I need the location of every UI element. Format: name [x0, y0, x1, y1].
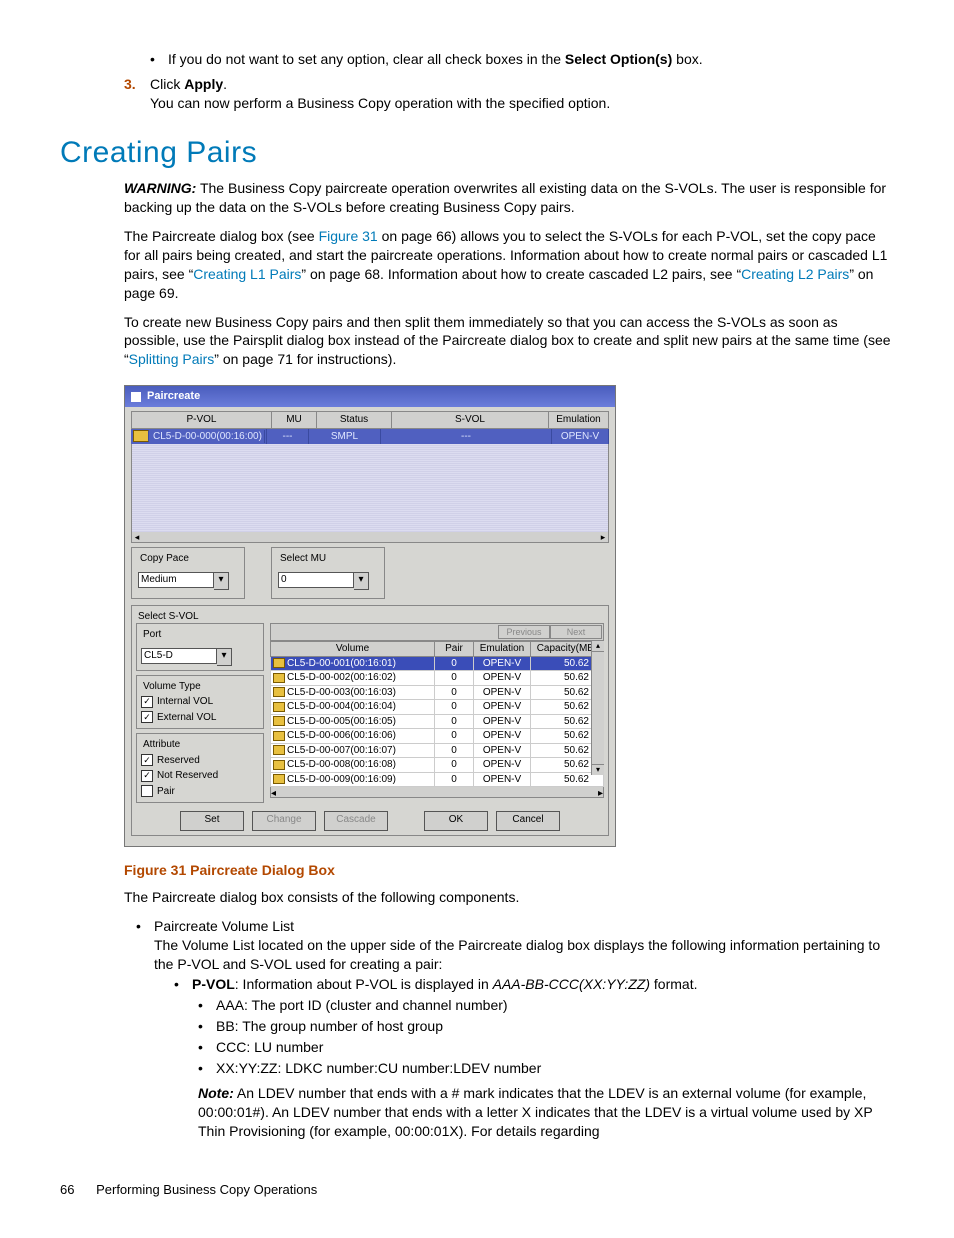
- paragraph-split: To create new Business Copy pairs and th…: [124, 313, 894, 370]
- scroll-right-icon[interactable]: ▸: [598, 532, 608, 542]
- col-svol[interactable]: S-VOL: [392, 412, 549, 429]
- chevron-down-icon[interactable]: ▾: [214, 572, 229, 590]
- svol-row[interactable]: CL5-D-00-002(00:16:02)0OPEN-V50.62: [271, 671, 604, 686]
- pvol-table: P-VOL MU Status S-VOL Emulation: [131, 411, 609, 429]
- cancel-button[interactable]: Cancel: [496, 811, 560, 831]
- aaa-item: •AAA: The port ID (cluster and channel n…: [198, 996, 894, 1015]
- scroll-left-icon[interactable]: ◂: [132, 532, 142, 542]
- select-svol-group: Select S-VOL Port ▾ Volume Type ✓Interna…: [131, 605, 609, 837]
- attribute-group: Attribute ✓Reserved ✓Not Reserved Pair: [136, 733, 264, 803]
- select-mu-group: Select MU ▾: [271, 547, 385, 599]
- col-emulation[interactable]: Emulation: [549, 412, 609, 429]
- paragraph-links: The Paircreate dialog box (see Figure 31…: [124, 227, 894, 303]
- svol-row[interactable]: CL5-D-00-006(00:16:06)0OPEN-V50.62: [271, 729, 604, 744]
- svol-row[interactable]: CL5-D-00-001(00:16:01)0OPEN-V50.62: [271, 656, 604, 671]
- external-vol-checkbox[interactable]: ✓External VOL: [141, 711, 259, 725]
- bullet-icon: •: [136, 917, 154, 974]
- previous-button[interactable]: Previous: [498, 625, 550, 639]
- not-reserved-checkbox[interactable]: ✓Not Reserved: [141, 769, 259, 783]
- pvol-selected-row[interactable]: CL5-D-00-000(00:16:00) --- SMPL --- OPEN…: [131, 429, 609, 445]
- port-input[interactable]: [141, 648, 217, 664]
- link-splitting-pairs[interactable]: Splitting Pairs: [129, 351, 215, 367]
- pvol-format-item: • P-VOL: Information about P-VOL is disp…: [174, 975, 894, 994]
- page-number: 66: [60, 1182, 74, 1197]
- svol-row[interactable]: CL5-D-00-005(00:16:05)0OPEN-V50.62: [271, 714, 604, 729]
- svol-row[interactable]: CL5-D-00-008(00:16:08)0OPEN-V50.62: [271, 758, 604, 773]
- ldev-note: Note: An LDEV number that ends with a # …: [198, 1084, 894, 1141]
- step-content: Click Apply. You can now perform a Busin…: [150, 75, 610, 113]
- pvol-empty-area: [131, 444, 609, 532]
- svol-row[interactable]: CL5-D-00-007(00:16:07)0OPEN-V50.62: [271, 743, 604, 758]
- figure-caption: Figure 31 Paircreate Dialog Box: [124, 861, 894, 880]
- component-item: • Paircreate Volume List The Volume List…: [136, 917, 894, 974]
- section-heading: Creating Pairs: [60, 133, 894, 174]
- col-pair[interactable]: Pair: [435, 642, 474, 657]
- select-mu-combo[interactable]: ▾: [278, 572, 378, 590]
- col-status[interactable]: Status: [317, 412, 392, 429]
- xyz-item: •XX:YY:ZZ: LDKC number:CU number:LDEV nu…: [198, 1059, 894, 1078]
- ok-button[interactable]: OK: [424, 811, 488, 831]
- svol-table[interactable]: Volume Pair Emulation Capacity(MB) CL5-D…: [270, 641, 604, 787]
- volume-icon: [133, 430, 149, 442]
- cascade-button[interactable]: Cascade: [324, 811, 388, 831]
- port-group: Port ▾: [136, 623, 264, 671]
- col-pvol[interactable]: P-VOL: [132, 412, 272, 429]
- component-desc: The Volume List located on the upper sid…: [154, 937, 880, 972]
- chevron-down-icon[interactable]: ▾: [354, 572, 369, 590]
- option-bullet-text: If you do not want to set any option, cl…: [168, 50, 703, 69]
- internal-vol-checkbox[interactable]: ✓Internal VOL: [141, 695, 259, 709]
- scroll-up-icon[interactable]: ▴: [592, 641, 604, 652]
- volume-type-group: Volume Type ✓Internal VOL ✓External VOL: [136, 675, 264, 730]
- svol-row[interactable]: CL5-D-00-004(00:16:04)0OPEN-V50.62: [271, 700, 604, 715]
- svol-row[interactable]: CL5-D-00-003(00:16:03)0OPEN-V50.62: [271, 685, 604, 700]
- col-emulation[interactable]: Emulation: [474, 642, 531, 657]
- pair-checkbox[interactable]: Pair: [141, 785, 259, 799]
- horizontal-scrollbar[interactable]: ◂▸: [270, 787, 604, 798]
- vertical-scrollbar[interactable]: ▴ ▾: [591, 641, 604, 775]
- svol-row[interactable]: CL5-D-00-009(00:16:09)0OPEN-V50.62: [271, 772, 604, 787]
- link-creating-l1[interactable]: Creating L1 Pairs: [193, 266, 301, 282]
- copy-pace-input[interactable]: [138, 572, 214, 588]
- dialog-titlebar: Paircreate: [125, 386, 615, 407]
- col-volume[interactable]: Volume: [271, 642, 435, 657]
- change-button[interactable]: Change: [252, 811, 316, 831]
- copy-pace-group: Copy Pace ▾: [131, 547, 245, 599]
- reserved-checkbox[interactable]: ✓Reserved: [141, 754, 259, 768]
- link-figure-31[interactable]: Figure 31: [319, 228, 378, 244]
- component-title: Paircreate Volume List: [154, 918, 294, 934]
- note-label: Note:: [198, 1085, 234, 1101]
- chevron-down-icon[interactable]: ▾: [217, 648, 232, 666]
- copy-pace-combo[interactable]: ▾: [138, 572, 238, 590]
- warning-label: WARNING:: [124, 180, 196, 196]
- bb-item: •BB: The group number of host group: [198, 1017, 894, 1036]
- horizontal-scrollbar[interactable]: ◂▸: [131, 532, 609, 543]
- port-combo[interactable]: ▾: [141, 648, 259, 666]
- col-mu[interactable]: MU: [272, 412, 317, 429]
- page-footer: 66 Performing Business Copy Operations: [60, 1181, 894, 1199]
- step-3: 3. Click Apply. You can now perform a Bu…: [124, 75, 894, 113]
- components-intro: The Paircreate dialog box consists of th…: [124, 888, 894, 907]
- footer-title: Performing Business Copy Operations: [96, 1182, 317, 1197]
- scroll-down-icon[interactable]: ▾: [592, 764, 604, 775]
- set-button[interactable]: Set: [180, 811, 244, 831]
- link-creating-l2[interactable]: Creating L2 Pairs: [741, 266, 849, 282]
- warning-paragraph: WARNING: The Business Copy paircreate op…: [124, 179, 894, 217]
- step-number: 3.: [124, 75, 150, 113]
- next-button[interactable]: Next: [550, 625, 602, 639]
- paircreate-dialog: Paircreate P-VOL MU Status S-VOL Emulati…: [124, 385, 616, 847]
- option-bullet: • If you do not want to set any option, …: [150, 50, 894, 69]
- bullet-icon: •: [174, 975, 192, 994]
- bullet-icon: •: [150, 50, 168, 69]
- svol-nav: Previous Next: [270, 623, 604, 641]
- select-mu-input[interactable]: [278, 572, 354, 588]
- ccc-item: •CCC: LU number: [198, 1038, 894, 1057]
- window-icon: [131, 392, 141, 402]
